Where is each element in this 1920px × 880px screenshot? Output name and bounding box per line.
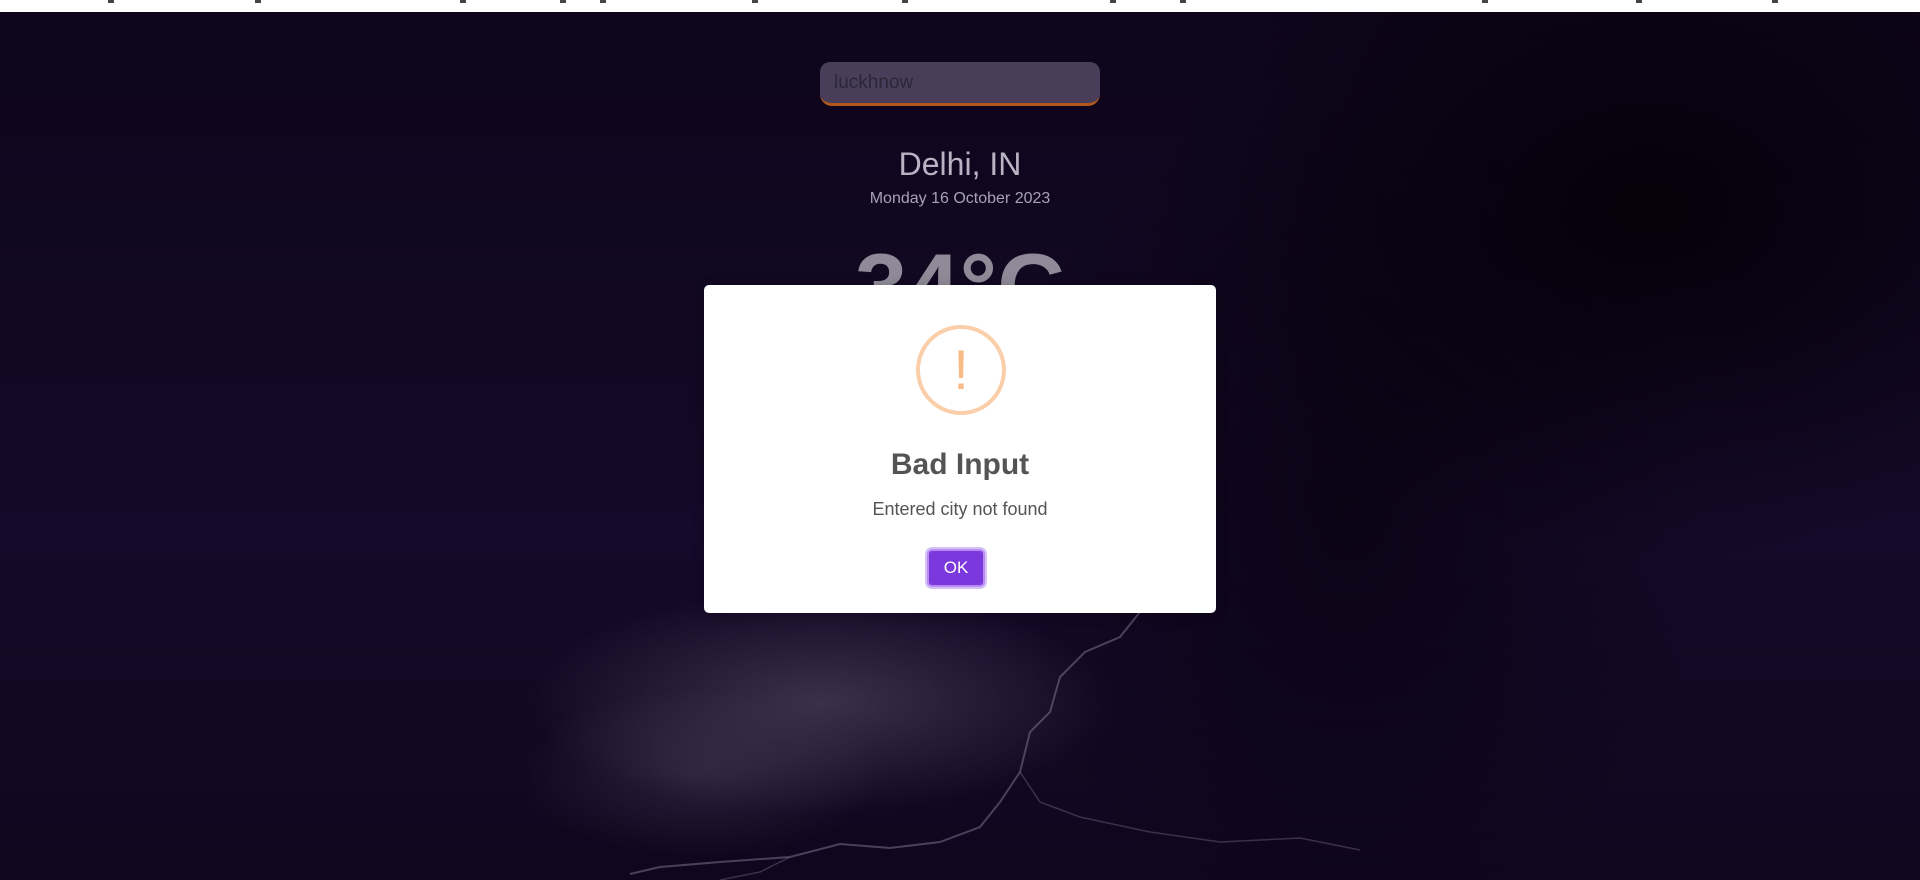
warning-icon: ! (916, 325, 1006, 415)
dialog-message: Entered city not found (872, 499, 1048, 519)
error-dialog: ! Bad Input Entered city not found OK (704, 285, 1216, 613)
ok-button[interactable]: OK (927, 549, 985, 587)
dialog-backdrop: ! Bad Input Entered city not found OK (0, 0, 1920, 880)
dialog-title: Bad Input (890, 448, 1030, 481)
